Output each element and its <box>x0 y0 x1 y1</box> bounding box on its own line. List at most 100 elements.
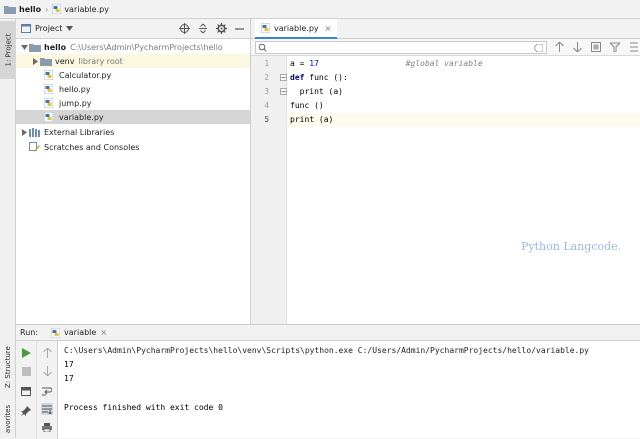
tree-item-path: C:\Users\Admin\PycharmProjects\hello <box>70 42 223 52</box>
folder-icon <box>4 5 16 14</box>
breadcrumb-separator: › <box>45 4 49 14</box>
project-view-icon <box>21 24 31 33</box>
line-number: 4 <box>264 101 269 110</box>
scroll-to-end-icon[interactable] <box>41 403 53 415</box>
minimize-icon[interactable] <box>235 24 244 33</box>
find-bar <box>251 39 640 56</box>
stop-icon[interactable] <box>20 365 32 377</box>
fold-icon[interactable] <box>280 74 287 81</box>
watermark-text: Python Langcode. <box>521 240 622 253</box>
breadcrumb-file[interactable]: variable.py <box>64 5 109 14</box>
python-file-icon <box>261 23 270 33</box>
tree-item-hello[interactable]: hello C:\Users\Admin\PycharmProjects\hel… <box>16 40 250 54</box>
close-icon[interactable]: × <box>325 24 332 33</box>
crosshair-icon[interactable] <box>179 23 190 34</box>
tree-item-label: Calculator.py <box>59 70 112 80</box>
line-number-gutter: 1 2 3 4 5 <box>251 56 287 324</box>
line-number: 5 <box>264 115 269 124</box>
folder-icon <box>40 56 52 66</box>
tree-item-variable-py[interactable]: variable.py <box>16 110 250 124</box>
code-token: func (): <box>304 73 348 82</box>
line-number: 3 <box>264 87 269 96</box>
code-token: func () <box>290 101 324 110</box>
tree-item-label: variable.py <box>59 112 104 122</box>
gear-icon[interactable] <box>216 23 227 34</box>
wrap-icon[interactable] <box>41 385 53 397</box>
console-output-line: 17 <box>64 374 74 383</box>
collapse-icon[interactable] <box>198 23 208 34</box>
structure-tool-tab-label: Z: Structure <box>4 346 13 388</box>
code-comment: #global variable <box>405 59 483 68</box>
run-label: Run: <box>20 328 39 337</box>
chevron-right-icon[interactable] <box>30 57 40 65</box>
library-icon <box>29 127 41 137</box>
project-panel-header: Project <box>16 19 250 39</box>
tree-item-label: jump.py <box>59 98 92 108</box>
code-line[interactable]: print (a) <box>290 87 343 96</box>
line-number: 2 <box>264 73 269 82</box>
arrow-up-icon[interactable] <box>555 42 564 52</box>
current-line-highlight <box>287 113 640 127</box>
python-file-icon <box>51 327 61 338</box>
arrow-up-icon[interactable] <box>41 347 53 359</box>
editor-tab-bar: variable.py × <box>251 19 640 39</box>
python-file-icon <box>44 70 56 80</box>
favorites-tool-tab[interactable]: avorites <box>0 399 16 439</box>
code-line[interactable]: func () <box>290 101 324 110</box>
chevron-down-icon[interactable] <box>66 26 74 31</box>
tree-item-label: hello <box>44 42 67 52</box>
arrow-down-icon[interactable] <box>573 42 582 52</box>
print-icon[interactable] <box>41 421 53 433</box>
run-tab-variable[interactable]: variable × <box>51 327 107 338</box>
filter-icon[interactable] <box>610 42 620 52</box>
breadcrumb: hello › variable.py <box>0 0 640 19</box>
code-line[interactable]: def func (): <box>290 73 348 82</box>
tree-item-label: hello.py <box>59 84 91 94</box>
code-token: print (a) <box>290 87 343 96</box>
more-options-icon[interactable] <box>629 42 639 52</box>
structure-tool-tab[interactable]: Z: Structure <box>0 337 16 397</box>
layout-icon[interactable] <box>20 385 32 397</box>
fold-end-icon[interactable] <box>280 88 287 95</box>
tree-item-label: Scratches and Consoles <box>44 142 140 152</box>
project-panel: Project hello C:\Users\Admin\PycharmProj… <box>16 19 251 324</box>
python-file-icon <box>44 112 56 122</box>
python-file-icon <box>44 84 56 94</box>
run-toolbar-left <box>16 341 37 439</box>
run-toolbar-right <box>37 341 58 439</box>
code-line[interactable]: a = 17 #global variable <box>290 59 483 68</box>
editor-area: variable.py × 1 2 3 4 5 a = 17 #global v… <box>251 19 640 324</box>
code-number: 17 <box>309 59 319 68</box>
tree-item-jump-py[interactable]: jump.py <box>16 96 250 110</box>
project-tool-tab[interactable]: 1: Project <box>0 21 16 79</box>
chevron-right-icon[interactable] <box>19 128 29 136</box>
tree-item-hello-py[interactable]: hello.py <box>16 82 250 96</box>
breadcrumb-project[interactable]: hello <box>19 5 41 14</box>
favorites-tool-tab-label: avorites <box>4 404 12 434</box>
run-icon[interactable] <box>20 347 32 359</box>
left-tool-stripe: 1: Project Z: Structure avorites <box>0 19 16 438</box>
tab-variable-py[interactable]: variable.py × <box>255 19 338 39</box>
tree-item-venv[interactable]: venv library root <box>16 54 250 68</box>
project-view-selector[interactable]: Project <box>35 24 62 33</box>
chevron-down-icon[interactable] <box>19 44 29 50</box>
select-all-occurrences-icon[interactable] <box>591 42 601 52</box>
tree-item-external-libraries[interactable]: External Libraries <box>16 125 250 139</box>
search-input[interactable] <box>255 41 547 54</box>
search-icon[interactable] <box>258 43 268 52</box>
tree-item-scratches[interactable]: Scratches and Consoles <box>16 140 250 154</box>
arrow-down-icon[interactable] <box>41 365 53 377</box>
scratches-icon <box>29 142 41 152</box>
code-keyword: def <box>290 73 305 82</box>
console-exit-line: Process finished with exit code 0 <box>64 403 223 412</box>
clear-search-icon[interactable] <box>534 43 543 52</box>
python-file-icon <box>52 4 62 14</box>
console-output-line: 17 <box>64 360 74 369</box>
run-tab-label: variable <box>64 328 97 337</box>
pin-icon[interactable] <box>20 405 32 417</box>
close-icon[interactable]: × <box>100 328 107 337</box>
code-line[interactable]: print (a) <box>290 115 333 124</box>
run-panel: Run: variable × C:\Users\Admin\PycharmPr… <box>16 324 640 439</box>
tree-item-calculator[interactable]: Calculator.py <box>16 68 250 82</box>
